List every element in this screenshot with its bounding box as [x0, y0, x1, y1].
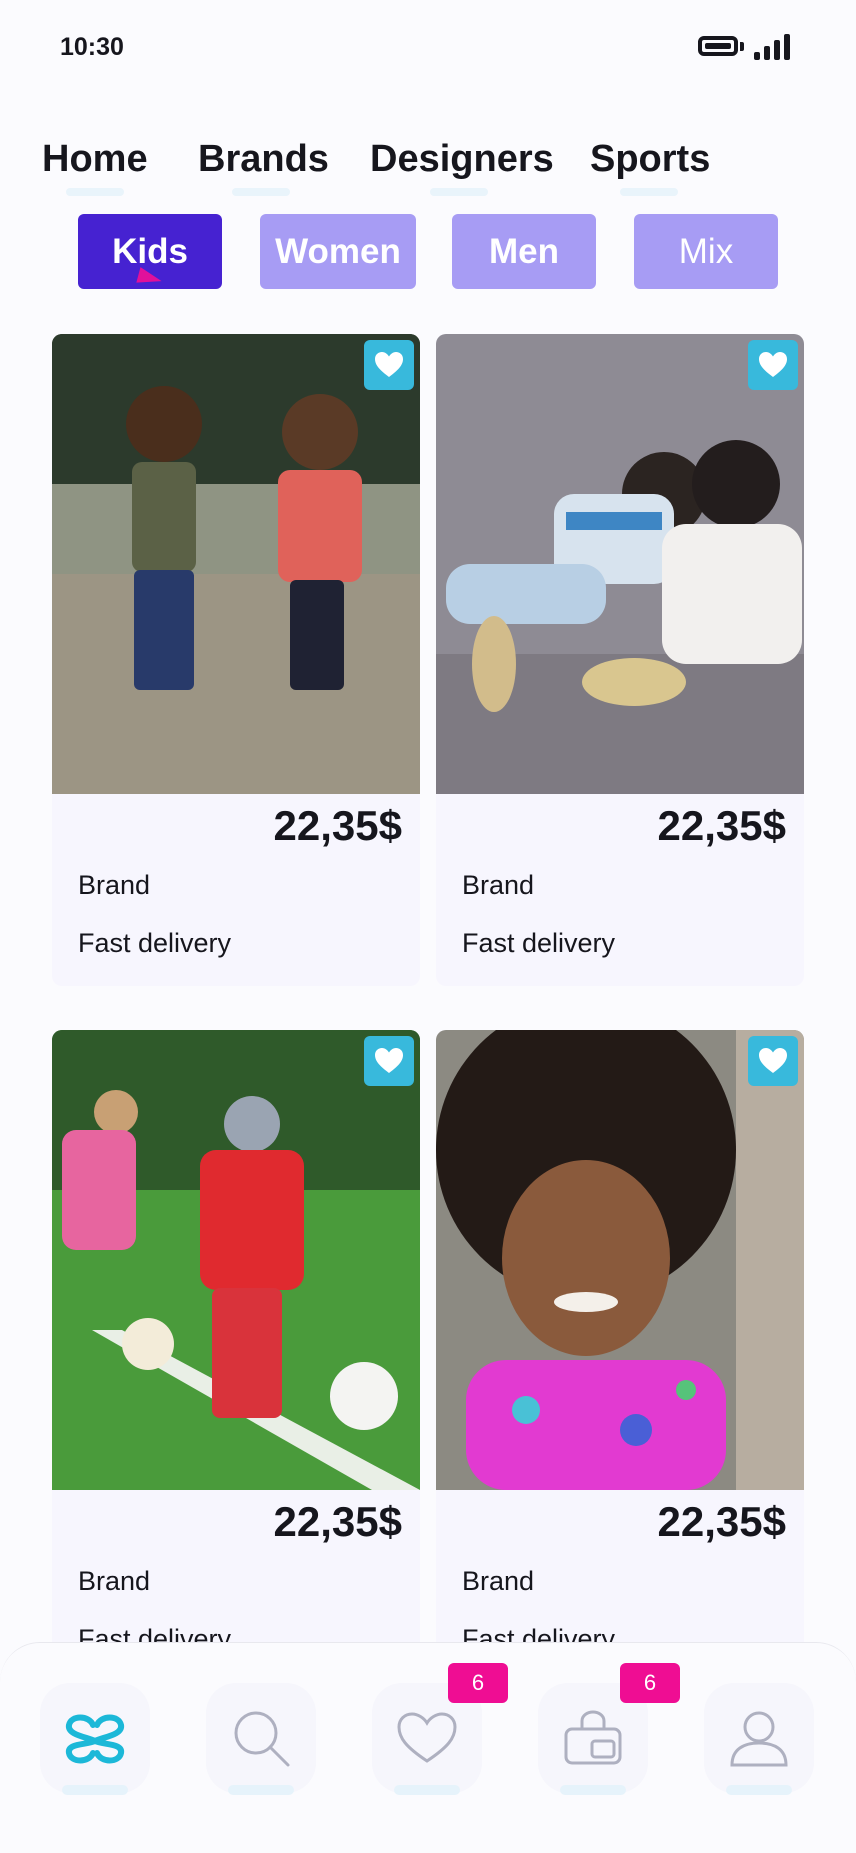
tab-indicator: [228, 1785, 294, 1795]
profile-icon: [730, 1711, 788, 1767]
heart-icon: [375, 352, 403, 377]
battery-icon: [698, 36, 738, 56]
favorites-count-badge: 6: [448, 1663, 508, 1703]
logo-icon: [66, 1714, 124, 1764]
product-card[interactable]: 22,35$ Brand Fast delivery: [52, 1030, 420, 1682]
filter-chip-label: Kids: [112, 231, 188, 271]
bottom-nav: 6 6: [0, 1642, 856, 1853]
product-price: 22,35$: [273, 1498, 402, 1545]
nav-item-home[interactable]: Home: [42, 138, 148, 181]
nav-item-designers[interactable]: Designers: [370, 138, 554, 181]
nav-underline-brands: [232, 188, 290, 196]
nav-underline-designers: [430, 188, 488, 196]
product-price: 22,35$: [657, 802, 786, 849]
product-price: 22,35$: [657, 1498, 786, 1545]
heart-icon: [759, 1048, 787, 1073]
search-icon: [234, 1711, 290, 1767]
heart-icon: [759, 352, 787, 377]
status-bar: 10:30: [0, 0, 856, 96]
product-card[interactable]: 22,35$ Brand Fast delivery: [436, 1030, 804, 1682]
tab-home[interactable]: [40, 1683, 150, 1795]
signal-icon: [752, 32, 790, 60]
favorite-button[interactable]: [748, 1036, 798, 1086]
filter-chip-label: Mix: [678, 231, 734, 271]
product-photo: [436, 334, 804, 794]
product-brand: Brand: [462, 870, 535, 900]
nav-item-sports[interactable]: Sports: [590, 138, 710, 181]
battery-tip: [740, 42, 744, 51]
tab-indicator: [62, 1785, 128, 1795]
tab-indicator: [560, 1785, 626, 1795]
filter-chip-mix[interactable]: Mix: [634, 214, 778, 289]
bag-count-badge: 6: [620, 1663, 680, 1703]
product-photo: [436, 1030, 804, 1490]
nav-item-brands[interactable]: Brands: [198, 138, 329, 181]
tab-profile[interactable]: [704, 1683, 814, 1795]
product-photo: [52, 1030, 420, 1490]
nav-underline-home: [66, 188, 124, 196]
tab-indicator: [726, 1785, 792, 1795]
status-time: 10:30: [60, 33, 124, 61]
product-price: 22,35$: [273, 802, 402, 849]
tab-search[interactable]: [206, 1683, 316, 1795]
favorite-button[interactable]: [364, 340, 414, 390]
product-delivery: Fast delivery: [462, 928, 616, 958]
tab-indicator: [394, 1785, 460, 1795]
filter-chip-label: Women: [275, 231, 401, 271]
heart-icon: [375, 1048, 403, 1073]
product-brand: Brand: [78, 870, 151, 900]
product-card[interactable]: 22,35$ Brand Fast delivery: [436, 334, 804, 986]
product-card[interactable]: 22,35$ Brand Fast delivery: [52, 334, 420, 986]
filter-chip-label: Men: [489, 231, 559, 271]
filter-chip-men[interactable]: Men: [452, 214, 596, 289]
favorite-button[interactable]: [364, 1036, 414, 1086]
favorite-button[interactable]: [748, 340, 798, 390]
product-delivery: Fast delivery: [78, 928, 232, 958]
bag-icon: [564, 1710, 622, 1765]
top-nav: Home Brands Designers Sports: [0, 130, 856, 200]
filter-chip-women[interactable]: Women: [260, 214, 416, 289]
heart-icon: [397, 1712, 457, 1763]
nav-underline-sports: [620, 188, 678, 196]
product-brand: Brand: [462, 1566, 535, 1596]
product-photo: [52, 334, 420, 794]
product-brand: Brand: [78, 1566, 151, 1596]
